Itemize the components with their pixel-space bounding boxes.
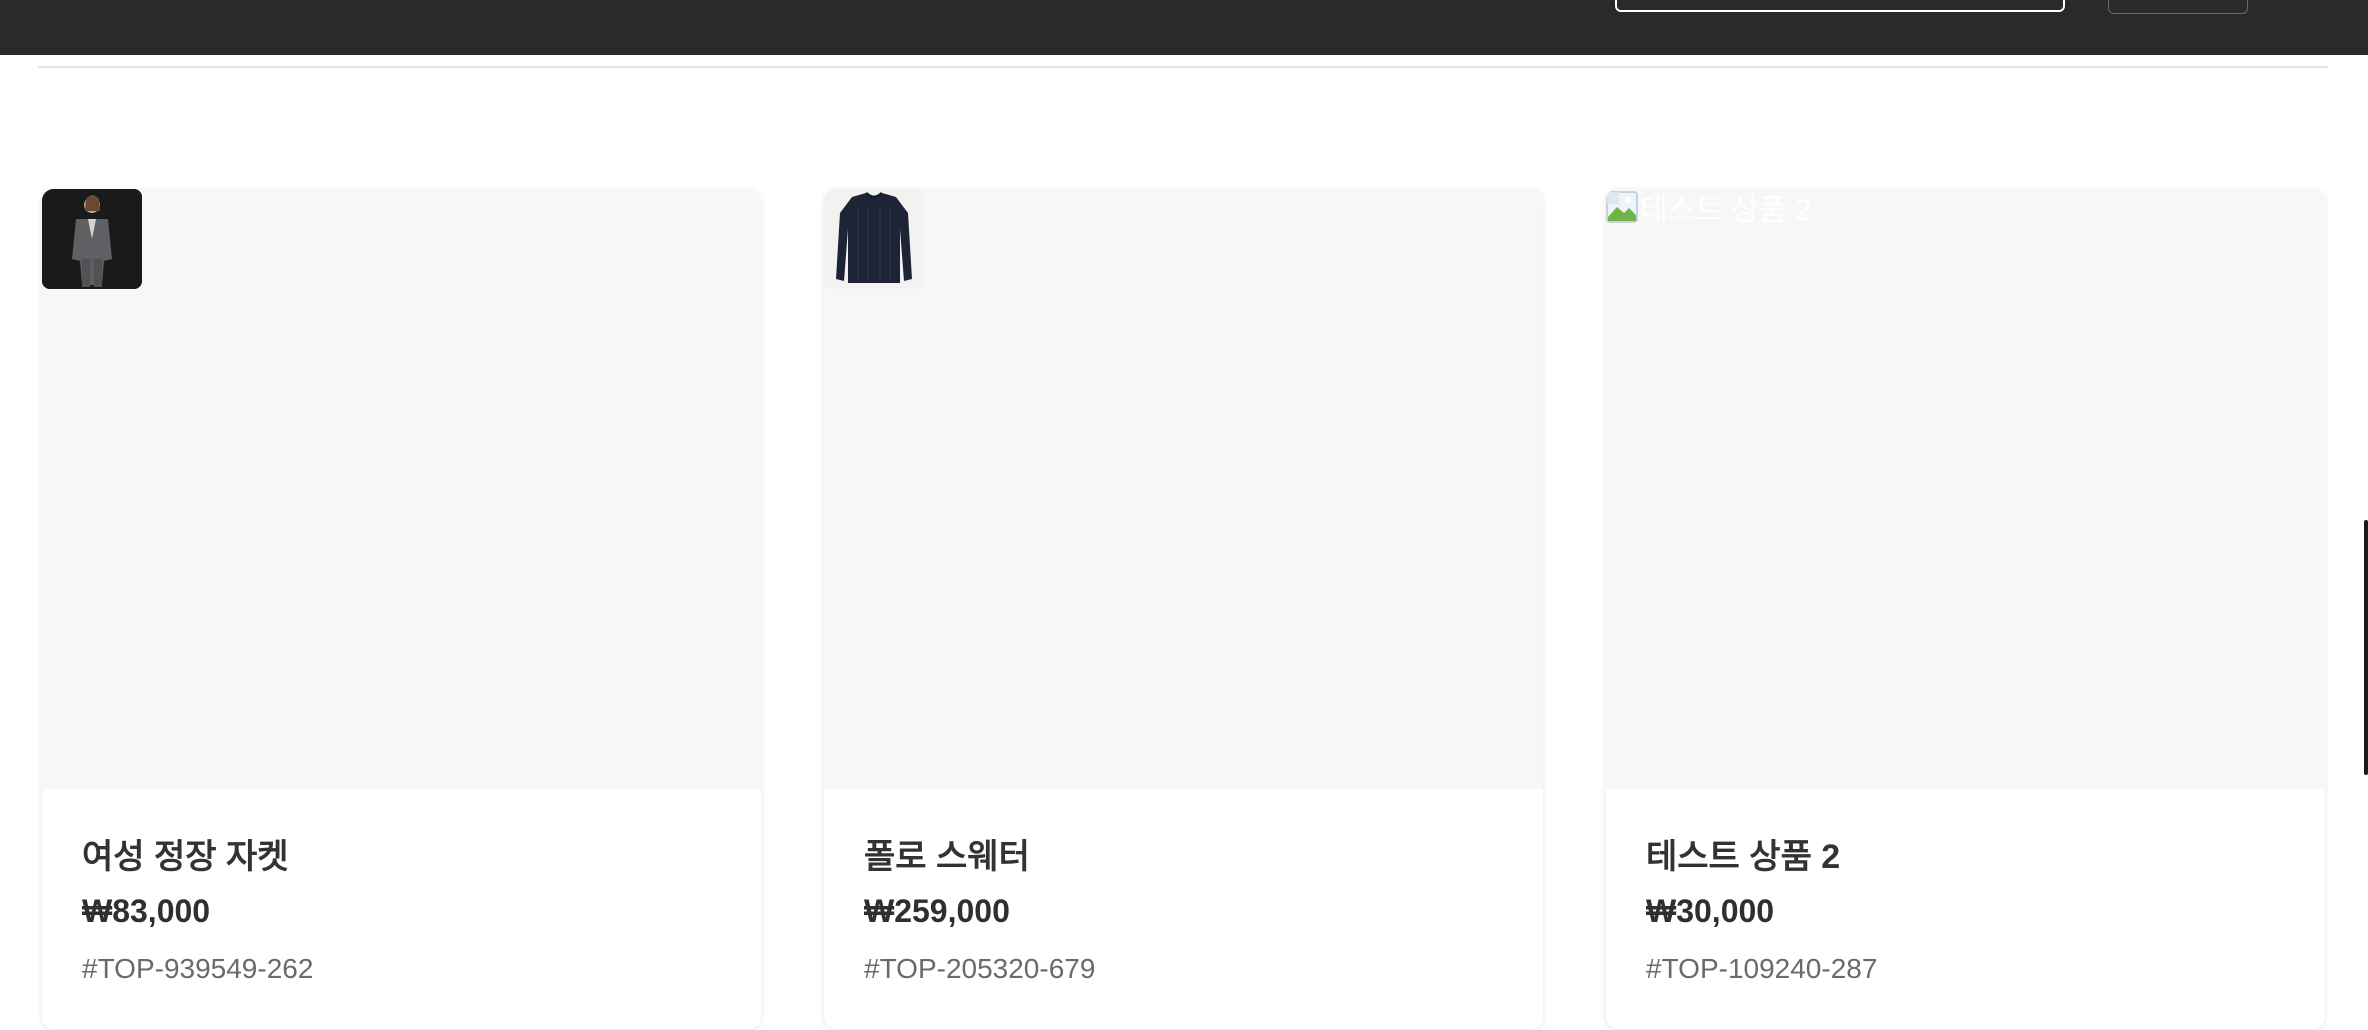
product-name[interactable]: 테스트 상품 2 [1646,829,1840,878]
product-name[interactable]: 여성 정장 자켓 [82,829,289,878]
product-image-area[interactable] [824,189,1543,789]
product-image[interactable]: 테스트 상품 2 [1606,189,1811,227]
scrollbar-thumb[interactable] [2364,520,2368,775]
product-name[interactable]: 폴로 스웨터 [864,829,1030,878]
product-code: #TOP-109240-287 [1646,953,1878,984]
header-button[interactable] [2108,0,2248,14]
product-image-area[interactable] [42,189,761,789]
image-alt-text: 테스트 상품 2 [1640,194,1812,227]
search-input[interactable] [1615,0,2065,12]
product-card[interactable]: 여성 정장 자켓 ₩83,000 #TOP-939549-262 [42,189,761,1029]
product-thumbnail[interactable] [42,189,142,289]
product-price: ₩83,000 [82,893,211,929]
product-image-area[interactable]: 테스트 상품 2 [1606,189,2325,789]
product-card[interactable]: 테스트 상품 2 테스트 상품 2 ₩30,000 #TOP-109240-28… [1606,189,2325,1029]
product-price: ₩259,000 [864,893,1010,929]
product-card[interactable]: 폴로 스웨터 ₩259,000 #TOP-205320-679 [824,189,1543,1029]
jacket-photo-icon [42,189,142,289]
product-code: #TOP-205320-679 [864,953,1096,984]
section-divider [38,66,2328,68]
top-navigation-bar [0,0,2368,55]
product-thumbnail[interactable] [824,189,924,289]
broken-image-icon [1606,191,1638,223]
product-price: ₩30,000 [1646,893,1775,929]
product-code: #TOP-939549-262 [82,953,314,984]
sweater-photo-icon [824,189,924,289]
